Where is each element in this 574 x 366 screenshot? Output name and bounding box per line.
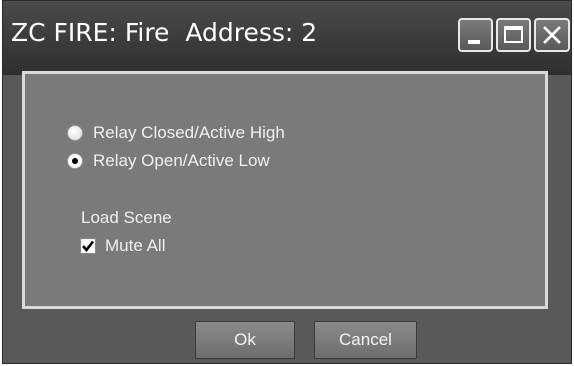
cancel-button[interactable]: Cancel [314,321,417,359]
options-panel: Relay Closed/Active High Relay Open/Acti… [22,71,548,309]
load-scene-heading: Load Scene [81,208,172,227]
relay-closed-label[interactable]: Relay Closed/Active High [93,123,285,143]
title-bar[interactable]: ZC FIRE: Fire Address: 2 [3,1,571,75]
checkmark-icon [82,240,95,253]
minimize-button[interactable] [458,18,493,52]
minimize-icon [468,40,480,44]
close-button[interactable] [534,18,570,52]
close-icon [543,26,561,44]
relay-open-label[interactable]: Relay Open/Active Low [93,151,270,171]
ok-button[interactable]: Ok [195,321,295,359]
maximize-icon [504,26,523,43]
mute-all-label[interactable]: Mute All [105,236,165,256]
mute-all-checkbox[interactable] [80,238,96,254]
window-title: ZC FIRE: Fire Address: 2 [11,18,318,47]
radio-selected-dot [72,158,78,164]
relay-closed-radio[interactable] [67,125,83,141]
dialog-window: ZC FIRE: Fire Address: 2 Relay Closed/Ac… [2,0,572,364]
relay-open-radio[interactable] [67,153,83,169]
maximize-button[interactable] [496,18,531,52]
